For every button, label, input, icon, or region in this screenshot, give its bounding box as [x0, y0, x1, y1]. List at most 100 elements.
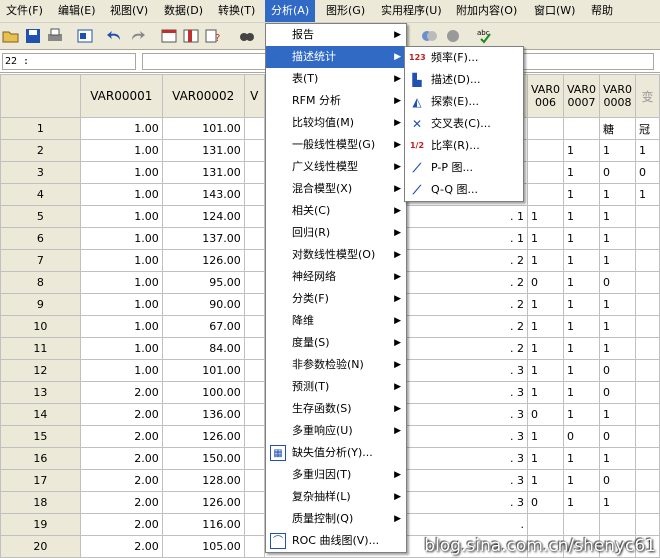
row-header[interactable]: 15	[0, 425, 81, 448]
table-cell[interactable]	[526, 139, 564, 162]
table-cell[interactable]: 131.00	[161, 139, 245, 162]
table-cell[interactable]: 1	[526, 337, 564, 360]
table-cell[interactable]: 1	[562, 227, 600, 250]
table-cell[interactable]: 150.00	[161, 447, 245, 470]
table-cell[interactable]	[243, 139, 265, 162]
table-cell[interactable]	[526, 183, 564, 206]
table-cell[interactable]	[634, 293, 660, 316]
menu-window[interactable]: 窗口(W)	[528, 0, 581, 22]
table-cell[interactable]: 1	[562, 161, 600, 184]
table-cell[interactable]	[634, 249, 660, 272]
table-cell[interactable]	[562, 117, 600, 140]
table-cell[interactable]: 2.00	[79, 403, 163, 426]
table-cell[interactable]: 1	[562, 337, 600, 360]
menu-transform[interactable]: 转换(T)	[212, 0, 261, 22]
table-cell[interactable]	[243, 425, 265, 448]
goto-variable-icon[interactable]	[182, 27, 200, 45]
menu-view[interactable]: 视图(V)	[104, 0, 154, 22]
row-header[interactable]: 1	[0, 117, 81, 140]
table-cell[interactable]: 2.00	[79, 425, 163, 448]
analyze-menu-item[interactable]: 报告 ▶	[266, 24, 406, 46]
analyze-menu-item[interactable]: ▦ 缺失值分析(Y)...	[266, 442, 406, 464]
analyze-menu-item[interactable]: 比较均值(M) ▶	[266, 112, 406, 134]
table-cell[interactable]: 101.00	[161, 359, 245, 382]
table-cell[interactable]	[526, 161, 564, 184]
table-cell[interactable]: 0	[526, 271, 564, 294]
descriptive-menu-item[interactable]: ⟋ Q-Q 图...	[405, 179, 523, 201]
table-cell[interactable]	[634, 403, 660, 426]
column-header[interactable]: VAR0 0007	[562, 74, 600, 118]
analyze-menu-item[interactable]: 降维 ▶	[266, 310, 406, 332]
table-cell[interactable]	[243, 227, 265, 250]
table-cell[interactable]	[243, 469, 265, 492]
table-cell[interactable]: 0	[598, 161, 636, 184]
row-header[interactable]: 12	[0, 359, 81, 382]
table-cell[interactable]	[243, 293, 265, 316]
table-cell[interactable]	[243, 513, 265, 536]
table-cell[interactable]	[526, 513, 564, 536]
table-cell[interactable]	[243, 205, 265, 228]
column-header[interactable]: 变	[634, 74, 660, 118]
descriptive-menu-item[interactable]: ▙ 描述(D)...	[405, 69, 523, 91]
goto-case-icon[interactable]	[160, 27, 178, 45]
row-header[interactable]: 3	[0, 161, 81, 184]
row-header[interactable]: 9	[0, 293, 81, 316]
table-cell[interactable]: 0	[526, 491, 564, 514]
table-cell[interactable]: 1	[598, 491, 636, 514]
table-cell[interactable]: 1	[562, 205, 600, 228]
row-header[interactable]: 5	[0, 205, 81, 228]
table-cell[interactable]	[243, 271, 265, 294]
table-cell[interactable]	[634, 513, 660, 536]
table-cell[interactable]: 0	[598, 425, 636, 448]
table-cell[interactable]	[634, 271, 660, 294]
table-cell[interactable]: 1	[634, 183, 660, 206]
column-header[interactable]: VAR0 0008	[598, 74, 636, 118]
table-cell[interactable]	[634, 205, 660, 228]
table-cell[interactable]: 1.00	[79, 359, 163, 382]
column-header[interactable]: VAR0 006	[526, 74, 564, 118]
menu-graphs[interactable]: 图形(G)	[320, 0, 371, 22]
table-cell[interactable]	[526, 117, 564, 140]
table-cell[interactable]	[243, 535, 265, 558]
table-cell[interactable]: 131.00	[161, 161, 245, 184]
descriptive-menu-item[interactable]: ✕ 交叉表(C)...	[405, 113, 523, 135]
table-cell[interactable]: 137.00	[161, 227, 245, 250]
analyze-menu-item[interactable]: 非参数检验(N) ▶	[266, 354, 406, 376]
analyze-menu-item[interactable]: 复杂抽样(L) ▶	[266, 486, 406, 508]
table-cell[interactable]: 1	[526, 381, 564, 404]
table-cell[interactable]: 1	[562, 315, 600, 338]
analyze-menu-item[interactable]: 质量控制(Q) ▶	[266, 508, 406, 530]
table-cell[interactable]: 2.00	[79, 535, 163, 558]
table-cell[interactable]: 1	[598, 315, 636, 338]
analyze-menu-item[interactable]: 相关(C) ▶	[266, 200, 406, 222]
table-cell[interactable]	[243, 447, 265, 470]
menu-analyze[interactable]: 分析(A)	[265, 0, 316, 22]
table-cell[interactable]: 糖	[598, 117, 636, 140]
table-cell[interactable]: 1	[526, 447, 564, 470]
analyze-menu-item[interactable]: 混合模型(X) ▶	[266, 178, 406, 200]
analyze-menu-item[interactable]: 预测(T) ▶	[266, 376, 406, 398]
save-icon[interactable]	[24, 27, 42, 45]
table-cell[interactable]: 1	[562, 139, 600, 162]
table-cell[interactable]: 1	[526, 249, 564, 272]
table-cell[interactable]: 1	[634, 139, 660, 162]
table-cell[interactable]: 1.00	[79, 161, 163, 184]
table-cell[interactable]: 1	[526, 425, 564, 448]
row-header-corner[interactable]	[0, 74, 81, 118]
analyze-menu-item[interactable]: 神经网络 ▶	[266, 266, 406, 288]
table-cell[interactable]: 1	[526, 205, 564, 228]
table-cell[interactable]: 1.00	[79, 205, 163, 228]
table-cell[interactable]	[243, 403, 265, 426]
table-cell[interactable]	[243, 381, 265, 404]
table-cell[interactable]	[562, 513, 600, 536]
table-cell[interactable]: 1.00	[79, 271, 163, 294]
table-cell[interactable]: 1	[598, 447, 636, 470]
find-icon[interactable]	[238, 27, 256, 45]
table-cell[interactable]	[634, 359, 660, 382]
table-cell[interactable]: 2.00	[79, 447, 163, 470]
table-cell[interactable]	[598, 513, 636, 536]
table-cell[interactable]: 冠	[634, 117, 660, 140]
table-cell[interactable]	[243, 491, 265, 514]
table-cell[interactable]: 1	[526, 315, 564, 338]
analyze-menu-item[interactable]: 多重归因(T) ▶	[266, 464, 406, 486]
